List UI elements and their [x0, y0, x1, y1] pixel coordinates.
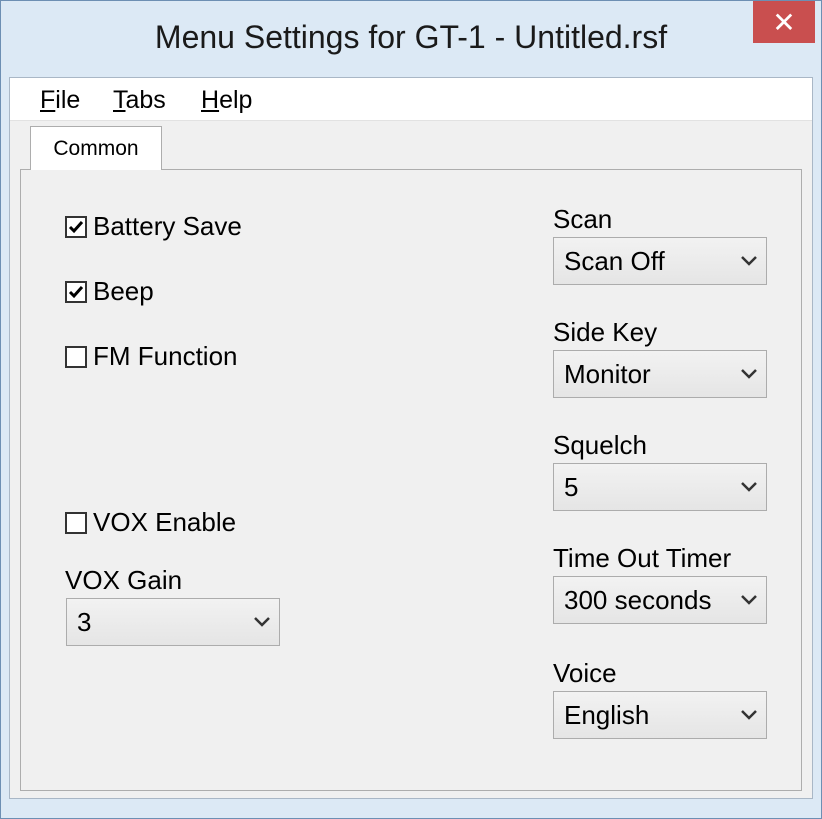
squelch-value: 5	[564, 472, 579, 502]
chevron-down-icon	[741, 595, 757, 605]
voice-dropdown[interactable]: English	[553, 691, 767, 739]
chevron-down-icon	[741, 710, 757, 720]
menu-file[interactable]: File	[40, 86, 80, 115]
scan-value: Scan Off	[564, 246, 665, 276]
chevron-down-icon	[741, 256, 757, 266]
vox-gain-dropdown[interactable]: 3	[66, 598, 280, 646]
side-key-dropdown[interactable]: Monitor	[553, 350, 767, 398]
chevron-down-icon	[741, 482, 757, 492]
fm-function-label: FM Function	[93, 341, 238, 371]
menu-bar: File Tabs Help	[10, 78, 812, 121]
menu-help[interactable]: Help	[201, 86, 252, 115]
squelch-dropdown[interactable]: 5	[553, 463, 767, 511]
battery-save-checkbox[interactable]: Battery Save	[65, 211, 242, 242]
time-out-timer-dropdown[interactable]: 300 seconds	[553, 576, 767, 624]
time-out-timer-label: Time Out Timer	[553, 543, 732, 573]
beep-box[interactable]	[65, 280, 87, 303]
beep-checkbox[interactable]: Beep	[65, 276, 154, 307]
fm-function-checkbox[interactable]: FM Function	[65, 341, 238, 372]
voice-label: Voice	[553, 658, 617, 688]
chevron-down-icon	[741, 369, 757, 379]
battery-save-label: Battery Save	[93, 211, 242, 241]
check-mark-icon	[68, 220, 84, 233]
vox-enable-checkbox[interactable]: VOX Enable	[65, 507, 236, 538]
tab-common-label: Common	[53, 136, 139, 160]
squelch-label: Squelch	[553, 430, 647, 460]
vox-enable-label: VOX Enable	[93, 507, 237, 537]
battery-save-box[interactable]	[65, 215, 87, 238]
beep-label: Beep	[93, 276, 154, 306]
tab-common[interactable]: Common	[30, 126, 162, 170]
side-key-value: Monitor	[564, 359, 651, 389]
vox-enable-box[interactable]	[65, 511, 87, 534]
voice-value: English	[564, 700, 650, 730]
client-area: File Tabs Help Common Battery Save Beep	[9, 77, 813, 799]
scan-dropdown[interactable]: Scan Off	[553, 237, 767, 285]
close-button[interactable]: ✕	[753, 1, 815, 43]
side-key-label: Side Key	[553, 317, 658, 347]
window-title: Menu Settings for GT-1 - Untitled.rsf	[154, 19, 668, 55]
vox-gain-value: 3	[77, 607, 92, 637]
title-bar[interactable]: Menu Settings for GT-1 - Untitled.rsf ✕	[1, 1, 821, 77]
scan-label: Scan	[553, 204, 613, 234]
common-tab-panel: Battery Save Beep FM Function VOX Enable…	[20, 169, 802, 791]
menu-settings-window: Menu Settings for GT-1 - Untitled.rsf ✕ …	[0, 0, 822, 819]
time-out-timer-value: 300 seconds	[564, 585, 712, 615]
fm-function-box[interactable]	[65, 345, 87, 368]
close-icon: ✕	[772, 6, 796, 38]
check-mark-icon	[68, 285, 84, 298]
chevron-down-icon	[254, 617, 270, 627]
menu-tabs[interactable]: Tabs	[113, 86, 166, 115]
vox-gain-label: VOX Gain	[65, 565, 183, 595]
